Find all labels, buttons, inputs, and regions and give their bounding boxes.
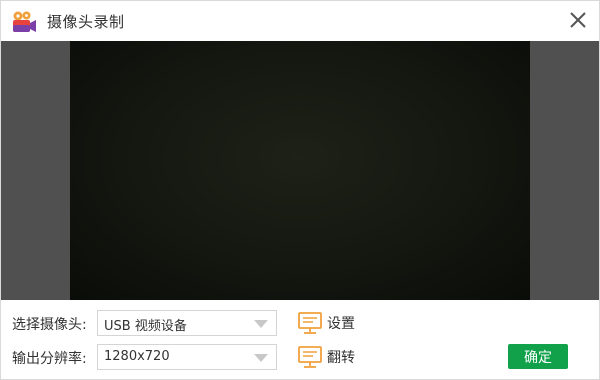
- settings-label: 设置: [327, 316, 355, 332]
- monitor-icon: [298, 346, 322, 368]
- title-bar: 摄像头录制: [1, 1, 599, 41]
- camera-preview-area: [1, 41, 599, 300]
- resolution-select-label: 输出分辨率:: [12, 351, 87, 367]
- camera-preview-frame: [70, 41, 530, 300]
- confirm-button[interactable]: 确定: [508, 344, 568, 369]
- camera-record-window: 摄像头录制 选择摄像头: USB 视频设备 设置 输出分辨率: 1280x720…: [0, 0, 600, 380]
- resolution-select[interactable]: 1280x720: [97, 344, 277, 370]
- camera-select[interactable]: USB 视频设备: [97, 310, 277, 336]
- camera-select-value: USB 视频设备: [104, 319, 187, 334]
- video-camera-icon: [11, 10, 37, 34]
- camera-settings-button[interactable]: 设置: [297, 310, 355, 336]
- camera-select-label: 选择摄像头:: [12, 317, 87, 333]
- chevron-down-icon[interactable]: [254, 320, 268, 328]
- window-title: 摄像头录制: [47, 13, 125, 31]
- close-icon[interactable]: [567, 9, 589, 31]
- camera-select-row: 选择摄像头: USB 视频设备 设置: [1, 310, 599, 338]
- flip-button[interactable]: 翻转: [297, 344, 355, 370]
- monitor-icon: [298, 312, 322, 334]
- resolution-select-value: 1280x720: [104, 349, 170, 364]
- close-button[interactable]: [567, 9, 589, 31]
- flip-label: 翻转: [327, 350, 355, 366]
- chevron-down-icon[interactable]: [254, 354, 268, 362]
